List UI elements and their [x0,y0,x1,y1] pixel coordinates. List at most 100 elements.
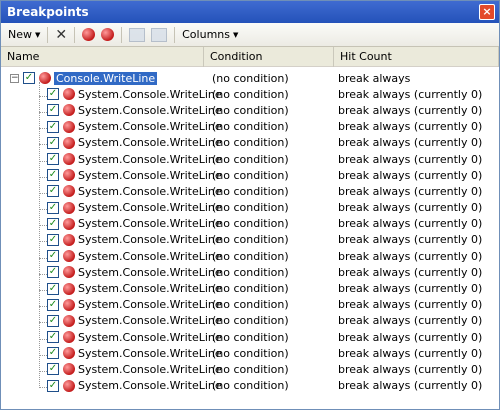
disable-all-breakpoints-button[interactable] [98,25,117,45]
columns-button[interactable]: Columns ▼ [179,25,241,45]
condition-cell: (no condition) [212,298,289,312]
breakpoint-row[interactable]: ✓ System.Console.WriteLine (no condition) b… [1,297,499,313]
breakpoint-icon [63,88,75,101]
checkbox-checked-icon[interactable]: ✓ [47,363,59,376]
breakpoint-row[interactable]: ✓ System.Console.WriteLine (no condition) b… [1,361,499,377]
columns-button-label: Columns [182,28,230,41]
title-bar: Breakpoints × [1,1,499,23]
breakpoint-row[interactable]: ✓ System.Console.WriteLine (no condition) b… [1,264,499,280]
breakpoint-row[interactable]: ✓ System.Console.WriteLine (no condition) b… [1,345,499,361]
chevron-down-icon: ▼ [232,30,239,39]
checkbox-checked-icon[interactable]: ✓ [47,298,59,311]
name-cell: ✓ System.Console.WriteLine [1,104,222,117]
collapse-icon[interactable]: − [10,73,19,83]
go-to-disassembly-button[interactable] [148,25,170,45]
breakpoint-row[interactable]: ✓ System.Console.WriteLine (no condition) b… [1,183,499,199]
breakpoint-row[interactable]: ✓ System.Console.WriteLine (no condition) b… [1,200,499,216]
delete-all-breakpoints-button[interactable] [79,25,98,45]
checkbox-checked-icon[interactable]: ✓ [47,104,59,117]
name-cell: ✓ System.Console.WriteLine [1,201,222,214]
column-header-condition[interactable]: Condition [204,46,334,67]
breakpoint-disable-all-icon [101,28,115,41]
breakpoint-name: System.Console.WriteLine [78,298,222,312]
tree-connector [39,209,47,211]
name-cell: ✓ System.Console.WriteLine [1,185,222,198]
close-button[interactable]: × [479,4,495,20]
checkbox-checked-icon[interactable]: ✓ [47,314,59,327]
checkbox-checked-icon[interactable]: ✓ [47,88,59,101]
breakpoint-name: System.Console.WriteLine [78,87,222,101]
checkbox-checked-icon[interactable]: ✓ [47,282,59,295]
checkbox-checked-icon[interactable]: ✓ [47,217,59,230]
toolbar-separator [47,26,49,43]
column-header-hit-count[interactable]: Hit Count [334,46,499,67]
hit-count-cell: break always (currently 0) [338,330,483,344]
name-cell: ✓ System.Console.WriteLine [1,314,222,327]
breakpoint-row[interactable]: ✓ System.Console.WriteLine (no condition) b… [1,86,499,102]
checkbox-checked-icon[interactable]: ✓ [47,153,59,166]
breakpoint-icon [63,104,75,117]
breakpoint-row[interactable]: ✓ System.Console.WriteLine (no condition) b… [1,119,499,135]
breakpoint-row[interactable]: ✓ System.Console.WriteLine (no condition) b… [1,378,499,394]
breakpoint-row[interactable]: ✓ System.Console.WriteLine (no condition) b… [1,248,499,264]
checkbox-checked-icon[interactable]: ✓ [47,250,59,263]
toolbar-separator [121,26,123,43]
checkbox-checked-icon[interactable]: ✓ [47,169,59,182]
checkbox-checked-icon[interactable]: ✓ [47,201,59,214]
checkbox-checked-icon[interactable]: ✓ [47,347,59,360]
breakpoint-icon [63,250,75,263]
checkbox-checked-icon[interactable]: ✓ [47,136,59,149]
breakpoint-name: System.Console.WriteLine [78,103,222,117]
breakpoint-icon [63,331,75,344]
condition-cell: (no condition) [212,103,289,117]
breakpoint-icon [63,136,75,149]
tree-connector [39,370,47,372]
breakpoint-icon [63,233,75,246]
toolbar-separator [174,26,176,43]
go-to-disassembly-icon [151,27,168,42]
checkbox-checked-icon[interactable]: ✓ [47,331,59,344]
name-cell: ✓ System.Console.WriteLine [1,153,222,166]
checkbox-checked-icon[interactable]: ✓ [47,233,59,246]
hit-count-cell: break always (currently 0) [338,265,483,279]
breakpoint-row[interactable]: ✓ System.Console.WriteLine (no condition) b… [1,232,499,248]
breakpoint-row[interactable]: ✓ System.Console.WriteLine (no condition) b… [1,280,499,296]
delete-button[interactable]: ✕ [52,25,70,45]
breakpoint-row[interactable]: ✓ System.Console.WriteLine (no condition) b… [1,135,499,151]
breakpoint-row[interactable]: ✓ System.Console.WriteLine (no condition) b… [1,167,499,183]
breakpoint-icon [63,266,75,279]
breakpoint-row[interactable]: ✓ System.Console.WriteLine (no condition) b… [1,216,499,232]
breakpoint-group-row[interactable]: − ✓ Console.WriteLine (no condition) bre… [1,70,499,86]
column-header: Name Condition Hit Count [1,46,499,67]
tree-connector [39,322,47,324]
hit-count-cell: break always (currently 0) [338,87,483,101]
breakpoint-name: System.Console.WriteLine [78,249,222,263]
breakpoints-window: Breakpoints × New ▼ ✕ Columns ▼ Name Con… [0,0,500,410]
checkbox-checked-icon[interactable]: ✓ [23,72,35,85]
tree-connector [39,144,47,146]
go-to-source-button[interactable] [126,25,148,45]
checkbox-checked-icon[interactable]: ✓ [47,120,59,133]
tree-connector [39,354,47,356]
hit-count-cell: break always (currently 0) [338,362,483,376]
hit-count-cell: break always (currently 0) [338,201,483,215]
breakpoint-icon [63,379,75,392]
checkbox-checked-icon[interactable]: ✓ [47,266,59,279]
breakpoint-name: System.Console.WriteLine [78,184,222,198]
hit-count-cell: break always (currently 0) [338,152,483,166]
checkbox-checked-icon[interactable]: ✓ [47,185,59,198]
breakpoint-row[interactable]: ✓ System.Console.WriteLine (no condition) b… [1,102,499,118]
breakpoint-row[interactable]: ✓ System.Console.WriteLine (no condition) b… [1,329,499,345]
breakpoint-name: System.Console.WriteLine [78,152,222,166]
hit-count-cell: break always (currently 0) [338,298,483,312]
toolbar: New ▼ ✕ Columns ▼ [1,23,499,47]
checkbox-checked-icon[interactable]: ✓ [47,379,59,392]
new-button[interactable]: New ▼ [5,25,43,45]
column-header-name[interactable]: Name [1,46,204,67]
breakpoint-row[interactable]: ✓ System.Console.WriteLine (no condition) b… [1,151,499,167]
name-cell: ✓ System.Console.WriteLine [1,331,222,344]
tree-connector [39,192,47,194]
hit-count-cell: break always (currently 0) [338,136,483,150]
breakpoint-row[interactable]: ✓ System.Console.WriteLine (no condition) b… [1,313,499,329]
hit-count-cell: break always (currently 0) [338,249,483,263]
